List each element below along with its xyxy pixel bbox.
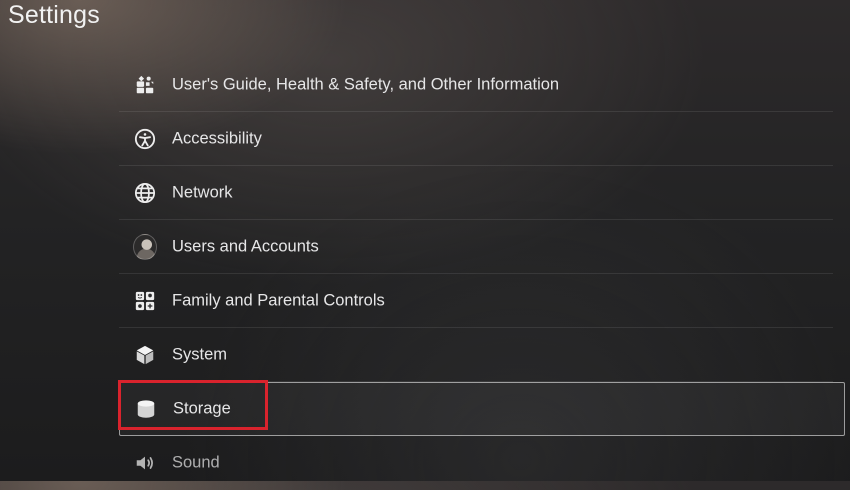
menu-item-label: Users and Accounts [172,237,319,255]
menu-item-sound[interactable]: Sound [119,436,833,490]
menu-item-network[interactable]: Network [119,166,833,220]
menu-item-label: Storage [173,399,231,418]
menu-item-family-parental-controls[interactable]: Family and Parental Controls [119,274,833,328]
user-avatar-icon [133,233,157,260]
menu-item-accessibility[interactable]: Accessibility [119,112,833,166]
menu-item-label: Accessibility [172,129,262,147]
menu-item-label: Family and Parental Controls [172,291,385,309]
family-icon [133,289,157,313]
speaker-icon [133,451,157,475]
menu-item-users-and-accounts[interactable]: Users and Accounts [119,220,833,274]
settings-menu: User's Guide, Health & Safety, and Other… [119,58,845,490]
menu-item-label: Sound [172,453,220,472]
menu-item-storage[interactable]: Storage [119,382,845,436]
page-title: Settings [8,1,100,29]
menu-item-label: User's Guide, Health & Safety, and Other… [172,75,560,93]
storage-icon [134,397,158,421]
menu-item-users-guide[interactable]: User's Guide, Health & Safety, and Other… [119,58,833,112]
guide-icon [133,73,157,97]
menu-item-label: System [172,345,228,363]
menu-item-label: Network [172,183,233,201]
globe-icon [133,181,157,205]
cube-icon [133,343,157,367]
avatar [133,233,157,260]
accessibility-icon [133,127,157,151]
menu-item-system[interactable]: System [119,328,833,382]
